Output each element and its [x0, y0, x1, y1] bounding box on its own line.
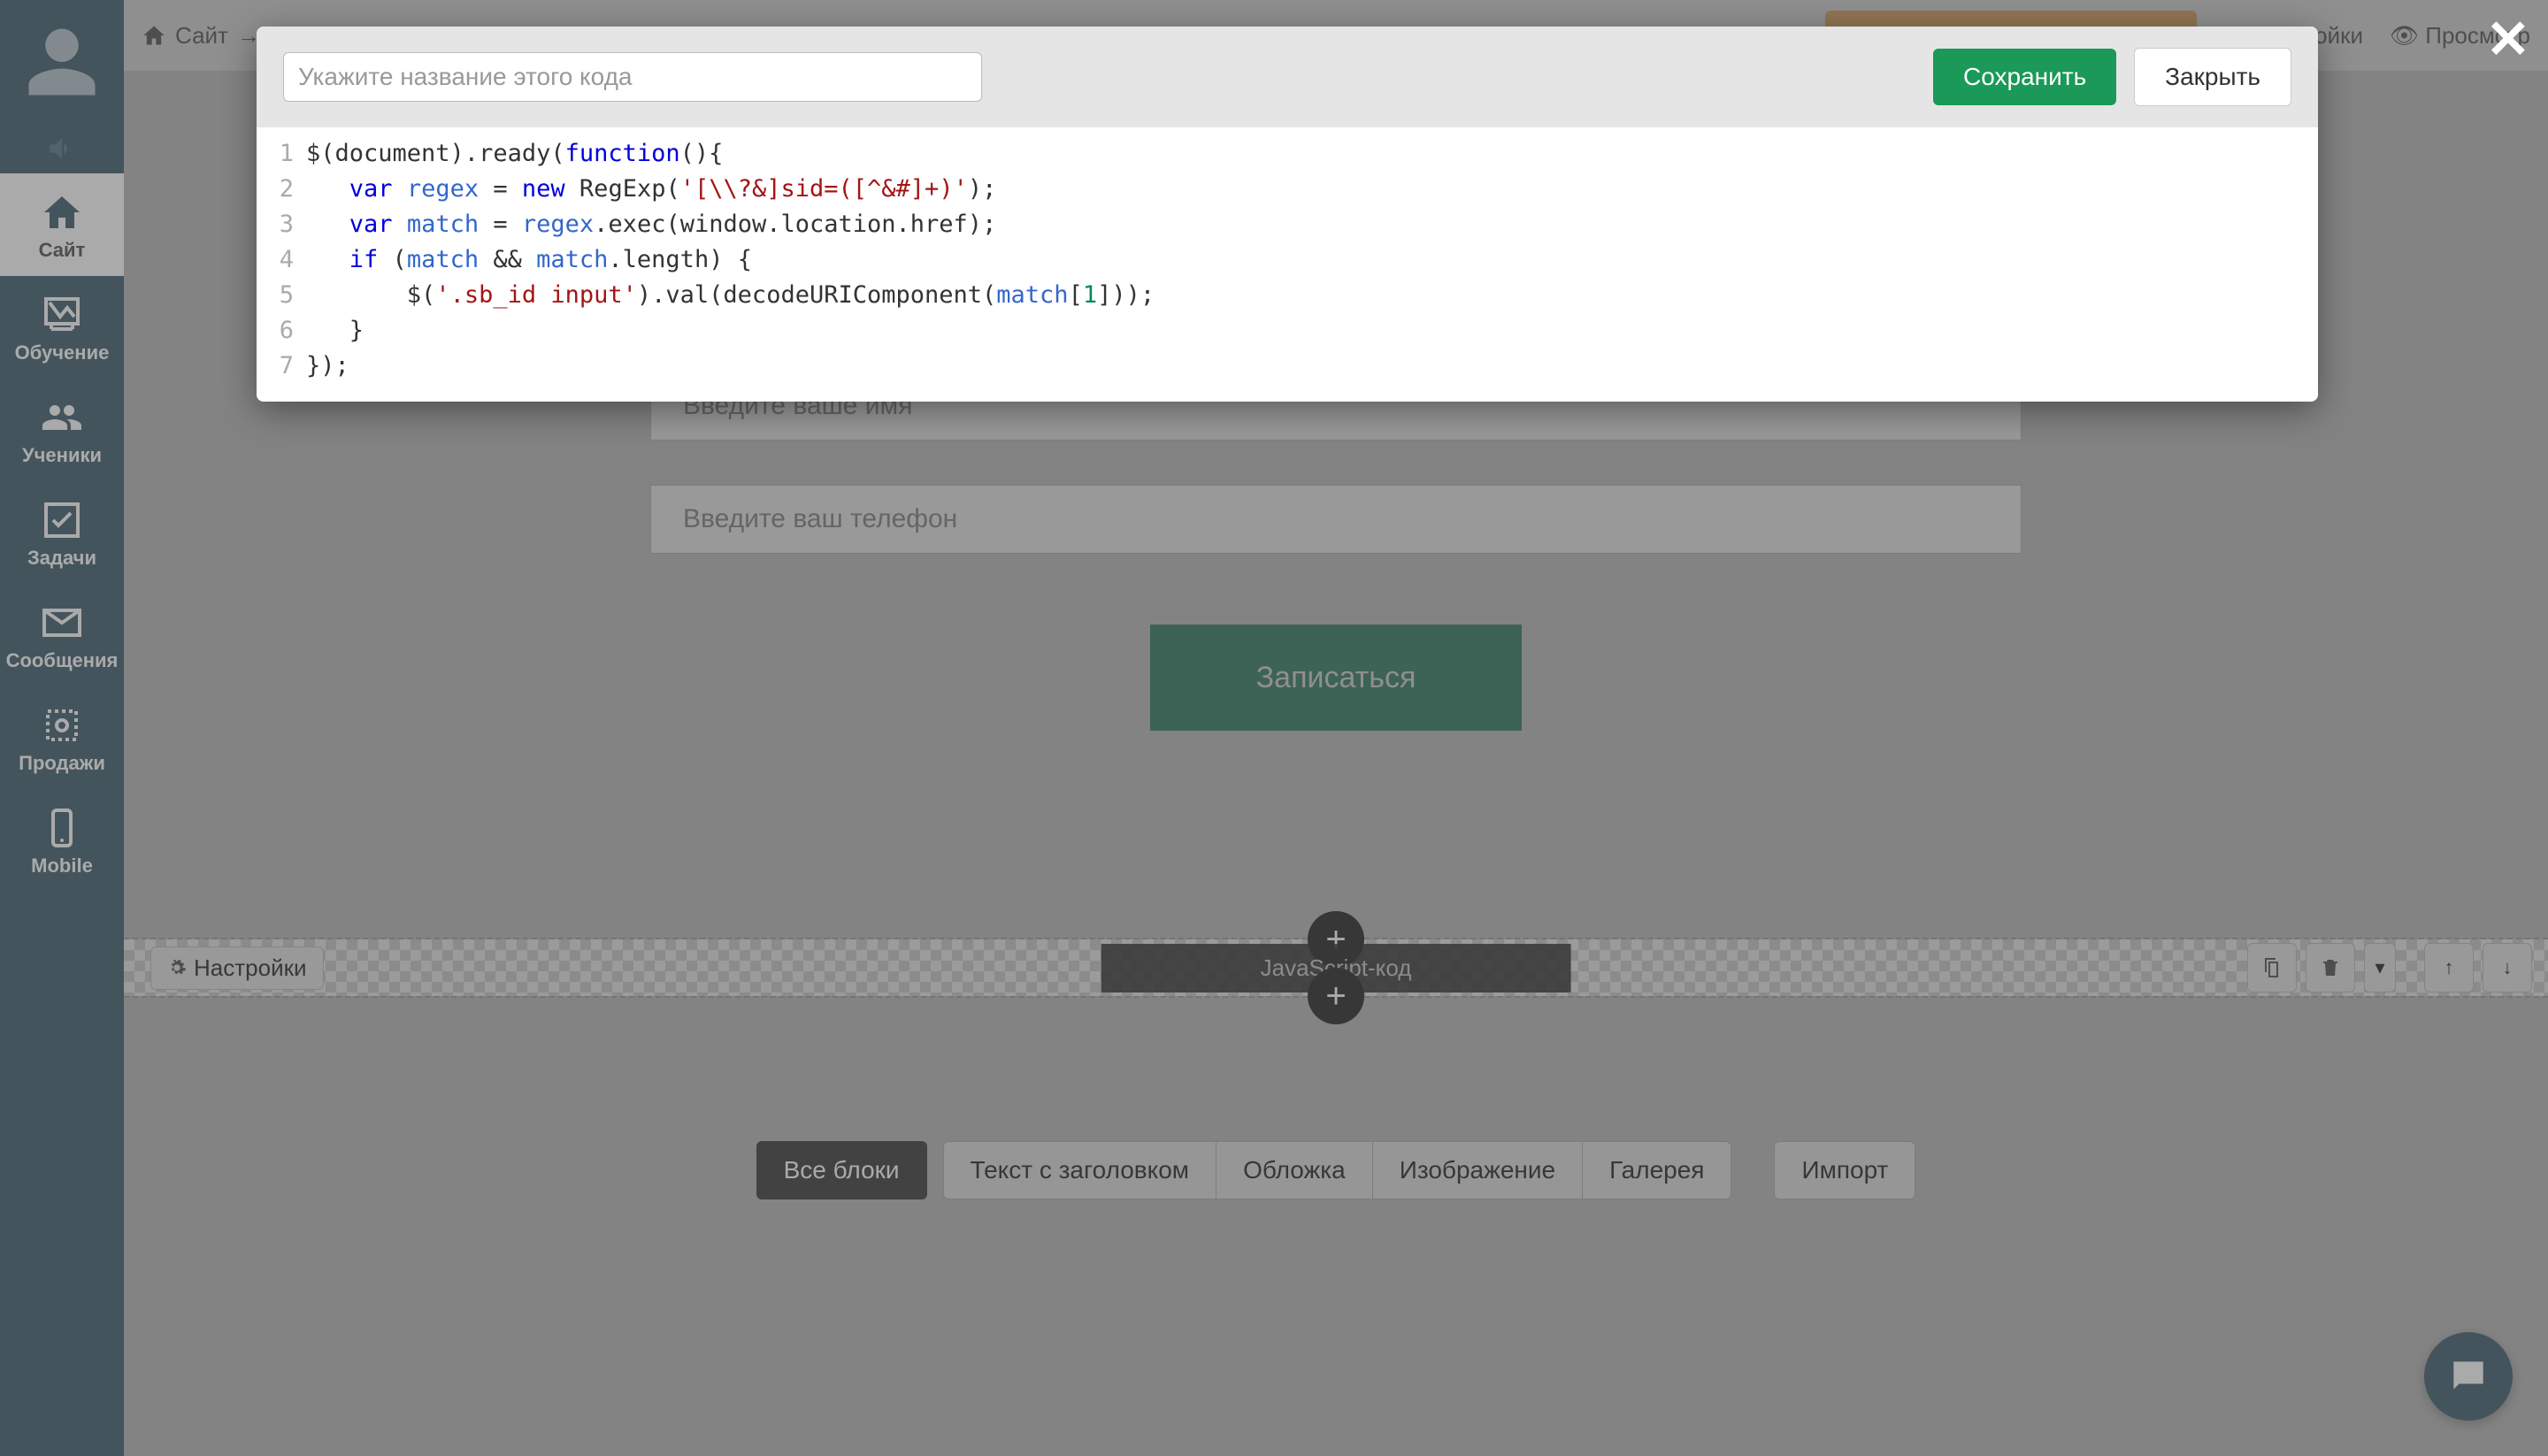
- modal-header: Сохранить Закрыть: [257, 27, 2318, 127]
- line-gutter: 1 2 3 4 5 6 7: [257, 136, 306, 384]
- code-editor[interactable]: 1 2 3 4 5 6 7 $(document).ready(function…: [257, 127, 2318, 402]
- code-modal: Сохранить Закрыть 1 2 3 4 5 6 7 $(docume…: [257, 27, 2318, 402]
- close-icon[interactable]: ✕: [2486, 9, 2530, 71]
- save-button[interactable]: Сохранить: [1933, 49, 2116, 105]
- code-content[interactable]: $(document).ready(function(){ var regex …: [306, 136, 2318, 384]
- close-button[interactable]: Закрыть: [2134, 48, 2291, 106]
- code-name-input[interactable]: [283, 52, 982, 102]
